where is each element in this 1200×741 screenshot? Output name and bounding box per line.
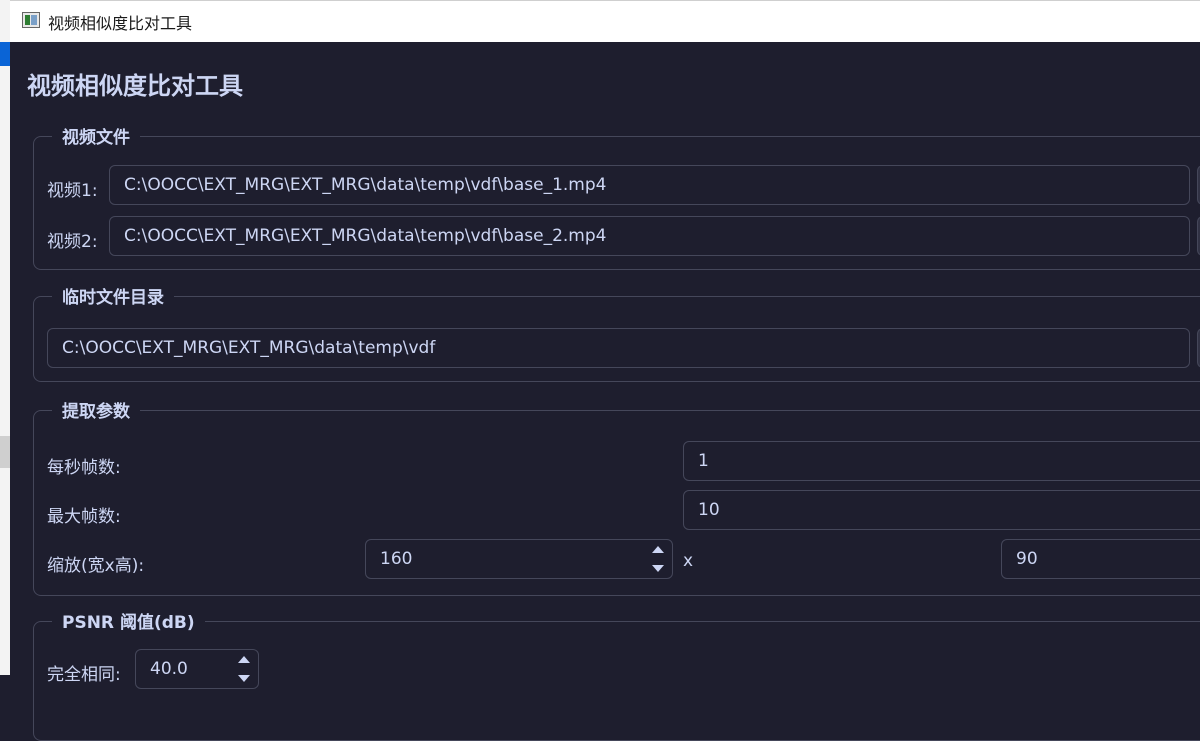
left-edge-strip [0,0,10,675]
scale-height-input[interactable]: 90 [1001,539,1200,579]
video1-path-input[interactable]: C:\OOCC\EXT_MRG\EXT_MRG\data\temp\vdf\ba… [109,165,1190,205]
video-files-group-title: 视频文件 [52,123,140,148]
max-frames-input[interactable]: 10 [683,490,1200,530]
temp-dir-path-input[interactable]: C:\OOCC\EXT_MRG\EXT_MRG\data\temp\vdf [47,328,1190,368]
fps-label: 每秒帧数: [47,458,121,478]
window-title: 视频相似度比对工具 [48,14,193,33]
arrow-down-icon [238,675,250,682]
psnr-identical-label: 完全相同: [47,665,121,685]
max-frames-label: 最大帧数: [47,507,121,527]
video2-label: 视频2: [47,232,98,252]
app-window-icon [22,12,40,28]
psnr-identical-spinbox[interactable]: 40.0 [135,649,259,689]
window-titlebar[interactable]: 视频相似度比对工具 [10,0,1200,42]
app-icon-pane-left [25,15,30,25]
scale-separator: x [683,551,694,571]
psnr-identical-value: 40.0 [150,659,188,679]
arrow-down-icon [652,565,664,572]
scale-width-decrement-button[interactable] [644,559,672,578]
psnr-group-title: PSNR 阈值(dB) [52,608,205,633]
left-edge-scroll-mark [0,436,10,468]
psnr-group: PSNR 阈值(dB) 完全相同: 40.0 [33,608,1200,741]
fps-input[interactable]: 1 [683,441,1200,481]
psnr-identical-increment-button[interactable] [230,650,258,669]
video1-label: 视频1: [47,181,98,201]
page-title: 视频相似度比对工具 [27,72,243,100]
main-content: 视频相似度比对工具 视频文件 视频1: C:\OOCC\EXT_MRG\EXT_… [10,42,1200,741]
scale-width-value: 160 [380,549,413,569]
scale-width-spin-buttons [644,540,672,578]
app-icon-pane-right [31,15,37,25]
psnr-identical-decrement-button[interactable] [230,669,258,688]
extract-params-group-title: 提取参数 [52,397,140,422]
psnr-identical-spin-buttons [230,650,258,688]
arrow-up-icon [238,656,250,663]
video2-path-input[interactable]: C:\OOCC\EXT_MRG\EXT_MRG\data\temp\vdf\ba… [109,216,1190,256]
scale-width-spinbox[interactable]: 160 [365,539,673,579]
left-edge-accent [0,42,10,66]
scale-width-increment-button[interactable] [644,540,672,559]
scale-label: 缩放(宽x高): [47,556,145,576]
video-files-group: 视频文件 视频1: C:\OOCC\EXT_MRG\EXT_MRG\data\t… [33,123,1200,270]
extract-params-group: 提取参数 每秒帧数: 1 最大帧数: 10 缩放(宽x高): 160 x 90 [33,397,1200,596]
arrow-up-icon [652,546,664,553]
temp-dir-group-title: 临时文件目录 [52,283,174,308]
temp-dir-group: 临时文件目录 C:\OOCC\EXT_MRG\EXT_MRG\data\temp… [33,283,1200,382]
